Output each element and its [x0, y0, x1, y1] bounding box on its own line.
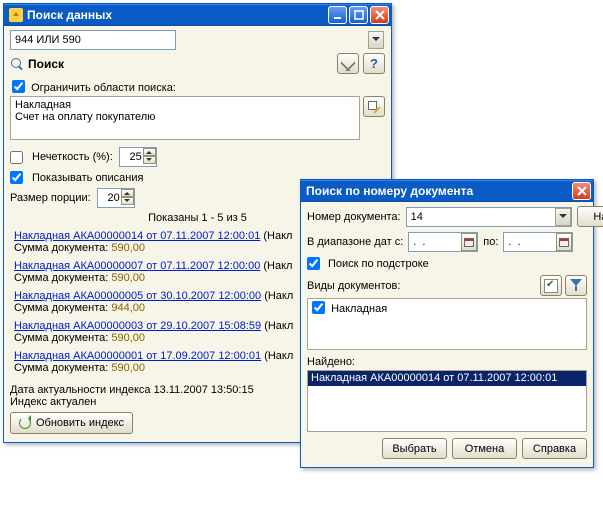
- filter-types-button[interactable]: [565, 275, 587, 296]
- select-all-button[interactable]: [540, 275, 562, 296]
- sum-label: Сумма документа:: [14, 272, 108, 284]
- window-title: Поиск данных: [27, 8, 326, 22]
- sum-value: 590,00: [111, 332, 145, 344]
- sum-value: 590,00: [111, 272, 145, 284]
- maximize-button[interactable]: [349, 6, 368, 24]
- titlebar[interactable]: Поиск данных: [4, 4, 391, 26]
- found-item-selected[interactable]: Накладная АКА00000014 от 07.11.2007 12:0…: [308, 371, 586, 386]
- doctypes-list[interactable]: Накладная: [307, 298, 587, 350]
- app-icon: [9, 8, 23, 22]
- help-button[interactable]: ?: [363, 53, 385, 74]
- limit-areas-label: Ограничить области поиска:: [31, 82, 176, 94]
- docnum-dropdown-button[interactable]: [555, 208, 571, 226]
- select-button[interactable]: Выбрать: [382, 438, 447, 459]
- fuzzy-label: Нечеткость (%):: [32, 151, 113, 163]
- result-link[interactable]: Накладная АКА00000001 от 17.09.2007 12:0…: [14, 350, 261, 362]
- search-icon: [10, 57, 24, 71]
- show-desc-label: Показывать описания: [32, 172, 143, 184]
- found-label: Найдено:: [307, 356, 587, 368]
- date-to-label: по:: [483, 236, 498, 248]
- result-link[interactable]: Накладная АКА00000005 от 30.10.2007 12:0…: [14, 290, 261, 302]
- edit-icon: [367, 100, 381, 114]
- help-button[interactable]: Справка: [522, 438, 587, 459]
- doctypes-label: Виды документов:: [307, 280, 400, 292]
- tools-icon: [341, 57, 355, 71]
- portion-spinner[interactable]: [121, 189, 134, 205]
- result-link[interactable]: Накладная АКА00000003 от 29.10.2007 15:0…: [14, 320, 261, 332]
- search-by-docnum-dialog: Поиск по номеру документа Номер документ…: [300, 179, 594, 468]
- limit-areas-checkbox[interactable]: [12, 80, 25, 93]
- show-desc-checkbox[interactable]: [10, 171, 23, 184]
- result-suffix: (Накл: [264, 350, 293, 362]
- funnel-icon: [569, 279, 583, 293]
- titlebar[interactable]: Поиск по номеру документа: [301, 180, 593, 202]
- found-list[interactable]: Накладная АКА00000014 от 07.11.2007 12:0…: [307, 370, 587, 432]
- result-link[interactable]: Накладная АКА00000014 от 07.11.2007 12:0…: [14, 230, 260, 242]
- fuzzy-spinner[interactable]: [143, 148, 156, 164]
- refresh-label: Обновить индекс: [36, 417, 124, 429]
- search-areas-list[interactable]: Накладная Счет на оплату покупателю: [10, 96, 360, 140]
- sum-label: Сумма документа:: [14, 332, 108, 344]
- sum-value: 590,00: [111, 242, 145, 254]
- sum-value: 590,00: [111, 362, 145, 374]
- close-button[interactable]: [572, 182, 591, 200]
- calendar-to-button[interactable]: [556, 233, 572, 251]
- fuzzy-checkbox[interactable]: [10, 151, 23, 164]
- client-area: Номер документа: Найти В диапазоне дат с…: [301, 202, 593, 467]
- window-title: Поиск по номеру документа: [306, 184, 570, 198]
- find-button[interactable]: Найти: [577, 206, 603, 227]
- close-button[interactable]: [370, 6, 389, 24]
- cancel-button[interactable]: Отмена: [452, 438, 517, 459]
- doctype-checkbox[interactable]: [312, 301, 325, 314]
- substring-checkbox[interactable]: [307, 257, 320, 270]
- edit-areas-button[interactable]: [363, 96, 385, 117]
- sum-value: 944,00: [111, 302, 145, 314]
- minimize-button[interactable]: [328, 6, 347, 24]
- sum-label: Сумма документа:: [14, 362, 108, 374]
- refresh-icon: [19, 417, 31, 429]
- result-link[interactable]: Накладная АКА00000007 от 07.11.2007 12:0…: [14, 260, 260, 272]
- result-suffix: (Накл: [263, 230, 292, 242]
- substring-label: Поиск по подстроке: [328, 258, 429, 270]
- refresh-index-button[interactable]: Обновить индекс: [10, 412, 133, 434]
- area-item[interactable]: Накладная: [15, 99, 355, 111]
- question-icon: ?: [370, 56, 378, 71]
- docnum-label: Номер документа:: [307, 211, 401, 223]
- sum-label: Сумма документа:: [14, 242, 108, 254]
- calendar-from-button[interactable]: [461, 233, 477, 251]
- result-suffix: (Накл: [264, 320, 293, 332]
- date-range-label: В диапазоне дат с:: [307, 236, 403, 248]
- result-suffix: (Накл: [263, 260, 292, 272]
- query-input[interactable]: [10, 30, 176, 50]
- result-suffix: (Накл: [264, 290, 293, 302]
- search-button[interactable]: Поиск: [28, 57, 64, 71]
- doctype-item[interactable]: Накладная: [331, 303, 387, 315]
- area-item[interactable]: Счет на оплату покупателю: [15, 111, 355, 123]
- sum-label: Сумма документа:: [14, 302, 108, 314]
- docnum-input[interactable]: [406, 207, 572, 227]
- portion-label: Размер порции:: [10, 192, 91, 204]
- query-dropdown-button[interactable]: [368, 31, 384, 49]
- settings-button[interactable]: [337, 53, 359, 74]
- checklist-icon: [544, 279, 558, 293]
